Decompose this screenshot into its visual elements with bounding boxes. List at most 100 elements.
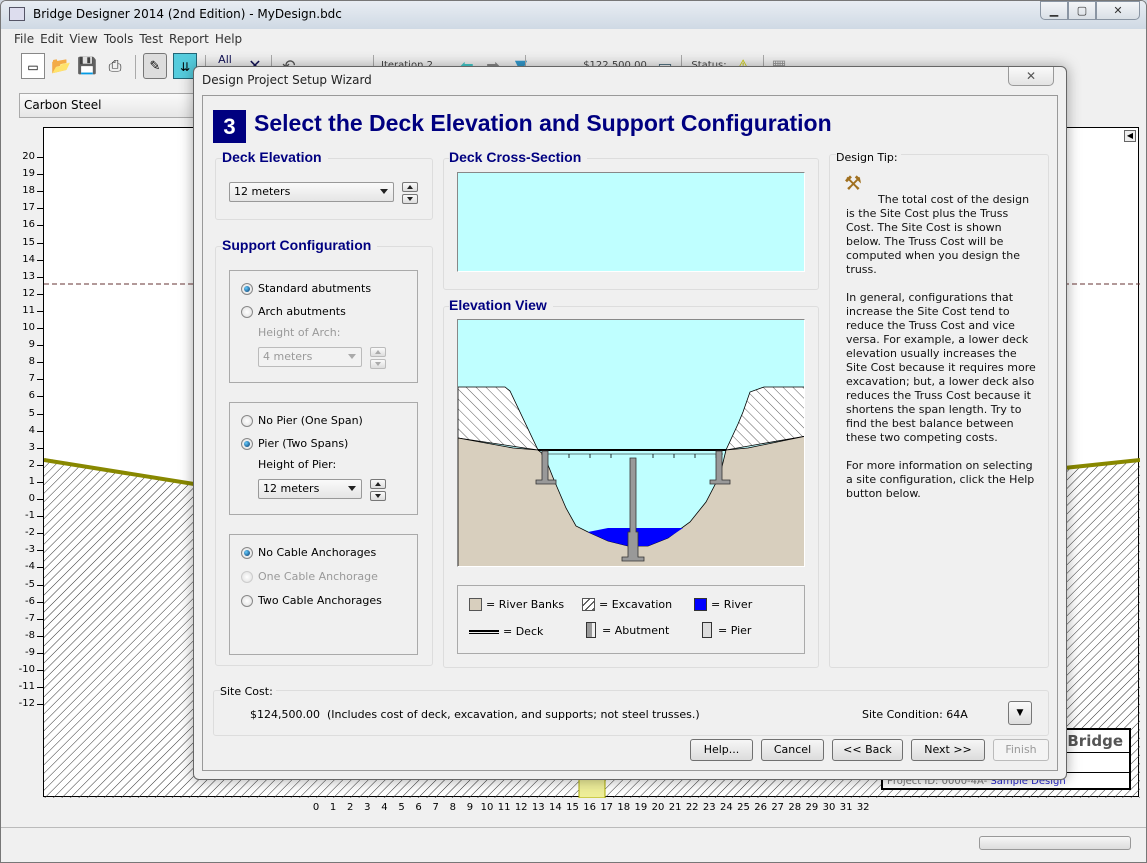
y-axis-tick: 9	[7, 339, 43, 351]
y-axis-tick: -2	[7, 527, 43, 539]
excavation-swatch-icon	[582, 598, 595, 611]
help-button[interactable]: Help...	[690, 739, 753, 761]
finish-button[interactable]: Finish	[993, 739, 1049, 761]
collapse-panel-button[interactable]: ◀	[1124, 130, 1136, 142]
step-title: Select the Deck Elevation and Support Co…	[254, 110, 832, 136]
y-axis-tick: 10	[7, 322, 43, 334]
y-axis-tick: 17	[7, 202, 43, 214]
legend-abutment: = Abutment	[586, 622, 669, 638]
pier-height-select[interactable]: 12 meters	[258, 479, 362, 499]
design-tip-panel: Design Tip: ⚒ The total cost of the desi…	[829, 151, 1049, 668]
new-document-button[interactable]: ▭	[21, 53, 45, 79]
open-folder-button[interactable]: 📂	[49, 53, 73, 79]
y-axis-tick: 20	[7, 151, 43, 163]
site-cost-panel: Site Cost: $124,500.00 (Includes cost of…	[213, 685, 1049, 736]
compass-square-icon: ⚒	[844, 171, 862, 195]
y-axis-tick: -6	[7, 596, 43, 608]
site-condition-dropdown-button[interactable]: ▼	[1008, 701, 1032, 725]
y-axis-tick: -12	[7, 698, 43, 710]
close-window-button[interactable]: ✕	[1096, 1, 1140, 20]
elevation-legend: = River Banks = Excavation = River = Dec…	[457, 585, 805, 654]
save-button[interactable]: 💾	[75, 53, 99, 79]
radio-one-cable-anchorage[interactable]: One Cable Anchorage	[241, 570, 378, 583]
legend-river-banks: = River Banks	[469, 598, 564, 611]
setup-wizard-dialog: Design Project Setup Wizard ✕ 3 Select t…	[193, 66, 1067, 780]
title-bar: Bridge Designer 2014 (2nd Edition) - MyD…	[1, 1, 1146, 29]
y-axis-tick: 16	[7, 219, 43, 231]
material-select[interactable]: Carbon Steel	[19, 93, 199, 118]
menu-view[interactable]: View	[66, 32, 100, 46]
menu-edit[interactable]: Edit	[37, 32, 66, 46]
menu-report[interactable]: Report	[166, 32, 212, 46]
site-condition: Site Condition: 64A	[862, 708, 968, 721]
radio-arch-abutments[interactable]: Arch abutments	[241, 305, 346, 318]
river-banks-swatch-icon	[469, 598, 482, 611]
drawing-board-button[interactable]: ✎	[143, 53, 167, 79]
y-axis-tick: 13	[7, 271, 43, 283]
radio-pier-two-spans[interactable]: Pier (Two Spans)	[241, 437, 348, 450]
print-button[interactable]: ⎙	[103, 53, 127, 79]
y-axis-tick: 18	[7, 185, 43, 197]
y-axis-tick: -7	[7, 613, 43, 625]
spin-up-icon	[402, 182, 418, 192]
dialog-close-button[interactable]: ✕	[1008, 67, 1054, 86]
site-cost-label: Site Cost:	[220, 685, 276, 698]
y-axis-tick: 19	[7, 168, 43, 180]
legend-river: = River	[694, 598, 752, 611]
radio-standard-abutments[interactable]: Standard abutments	[241, 282, 371, 295]
y-axis-tick: 4	[7, 425, 43, 437]
back-button[interactable]: << Back	[832, 739, 903, 761]
y-axis-tick: 3	[7, 442, 43, 454]
radio-no-pier[interactable]: No Pier (One Span)	[241, 414, 363, 427]
pier-height-spinner[interactable]	[370, 479, 386, 503]
deck-cross-section-view	[457, 172, 805, 272]
window-title: Bridge Designer 2014 (2nd Edition) - MyD…	[33, 7, 342, 21]
menu-test[interactable]: Test	[136, 32, 166, 46]
y-axis-tick: 6	[7, 390, 43, 402]
y-axis-tick: -10	[7, 664, 43, 676]
minimize-button[interactable]: ▁	[1040, 1, 1068, 20]
river-swatch-icon	[694, 598, 707, 611]
menu-file[interactable]: File	[11, 32, 37, 46]
y-axis-tick: 1	[7, 476, 43, 488]
design-tip-text: The total cost of the design is the Site…	[846, 193, 1036, 500]
app-icon	[9, 7, 25, 21]
y-axis-tick: 2	[7, 459, 43, 471]
y-axis-tick: 15	[7, 237, 43, 249]
support-configuration-heading: Support Configuration	[222, 237, 378, 253]
status-bar	[1, 827, 1146, 857]
elevation-view-heading: Elevation View	[449, 297, 553, 313]
elevation-view	[457, 319, 805, 567]
abutment-symbol-icon	[586, 622, 596, 638]
radio-no-cable-anchorages[interactable]: No Cable Anchorages	[241, 546, 376, 559]
design-tip-label: Design Tip:	[836, 151, 901, 164]
dialog-title: Design Project Setup Wizard	[202, 73, 372, 87]
deck-elevation-select[interactable]: 12 meters	[229, 182, 394, 202]
y-axis-tick: -4	[7, 561, 43, 573]
deck-cross-section-heading: Deck Cross-Section	[449, 149, 588, 165]
deck-elevation-heading: Deck Elevation	[222, 149, 328, 165]
menu-help[interactable]: Help	[212, 32, 245, 46]
cancel-button[interactable]: Cancel	[761, 739, 824, 761]
maximize-button[interactable]: ▢	[1068, 1, 1096, 20]
wizard-page: 3 Select the Deck Elevation and Support …	[202, 95, 1058, 771]
terrain-left	[44, 458, 194, 798]
y-axis-tick: -11	[7, 681, 43, 693]
y-axis-tick: 5	[7, 408, 43, 420]
legend-excavation: = Excavation	[582, 598, 672, 611]
menu-tools[interactable]: Tools	[101, 32, 137, 46]
arch-height-select[interactable]: 4 meters	[258, 347, 362, 367]
arch-height-label: Height of Arch:	[258, 326, 341, 339]
arch-height-spinner[interactable]	[370, 347, 386, 371]
pier-symbol-icon	[702, 622, 712, 638]
x-axis-tick: 32	[856, 802, 870, 813]
next-button[interactable]: Next >>	[911, 739, 985, 761]
radio-two-cable-anchorages[interactable]: Two Cable Anchorages	[241, 594, 382, 607]
y-axis-tick: 11	[7, 305, 43, 317]
y-axis-tick: 14	[7, 254, 43, 266]
y-axis-tick: 12	[7, 288, 43, 300]
deck-elevation-spinner[interactable]	[402, 182, 418, 206]
horizontal-scrollbar[interactable]	[979, 836, 1131, 850]
menu-bar: File Edit View Tools Test Report Help	[11, 32, 245, 46]
y-axis-tick: -5	[7, 579, 43, 591]
